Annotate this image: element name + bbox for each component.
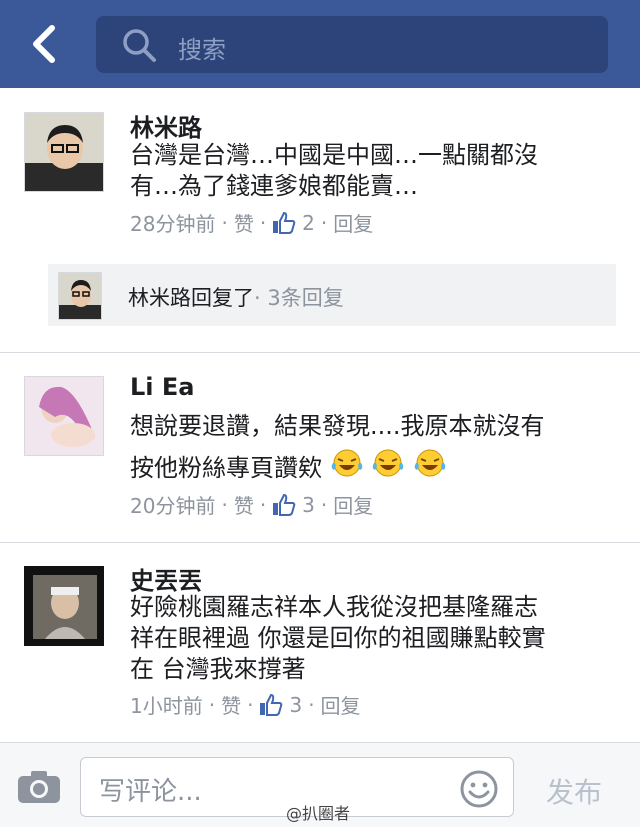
like-button[interactable]: 赞 [221,690,241,719]
separator: · [320,492,328,517]
comment-text-line: 有…為了錢連爹娘都能賣… [130,172,418,200]
thumbs-up-icon [272,211,296,234]
separator: · [308,692,315,717]
commenter-name[interactable]: 林米路 [130,108,202,143]
separator: · [320,210,328,235]
comment-text-line: 台灣是台灣…中國是中國…一點關都沒 [130,141,538,169]
laughing-crying-emoji-icon [413,448,447,491]
comment-meta: 20分钟前 · 赞 · 3 · 回复 [130,490,373,519]
comment-text: 好險桃園羅志祥本人我從沒把基隆羅志 祥在眼裡過 你還是回你的祖國賺點較實 在 台… [130,592,620,685]
avatar[interactable] [24,376,104,456]
commenter-name[interactable]: 史丟丟 [130,561,202,596]
timestamp: 1小时前 [130,694,203,718]
like-button[interactable]: 赞 [234,208,254,237]
comment-text-segment: 按他粉絲專頁讚欸 [130,454,322,482]
like-count: 3 [302,492,315,517]
top-bar: 搜索 [0,0,640,88]
back-arrow-icon[interactable] [26,22,62,66]
reply-button[interactable]: 回复 [333,208,373,237]
comment-text-line: 好險桃園羅志祥本人我從沒把基隆羅志 [130,593,538,621]
separator: · [259,492,267,517]
reply-author: 林米路回复了 [128,286,254,310]
comment-meta: 28分钟前 · 赞 · 2 · 回复 [130,208,373,237]
avatar [58,272,102,320]
reply-button[interactable]: 回复 [321,690,361,719]
separator: · [221,210,228,235]
laughing-crying-emoji-icon [330,448,364,491]
reply-count: · 3条回复 [254,286,344,310]
thumbs-up-icon [259,693,283,716]
divider [0,352,640,353]
comment-input-placeholder: 写评论... [99,777,202,807]
like-count: 2 [302,210,315,235]
avatar[interactable] [24,112,104,192]
separator: · [221,492,228,517]
like-count: 3 [289,692,303,717]
comment-meta: 1小时前 · 赞 · 3 · 回复 [130,690,361,719]
divider [0,542,640,543]
comment-text: 台灣是台灣…中國是中國…一點關都沒 有…為了錢連爹娘都能賣… [130,140,620,202]
comment-text-line: 祥在眼裡過 你還是回你的祖國賺點較實 [130,624,546,652]
thumbs-up-icon [272,493,296,516]
comment-text-line: 按他粉絲專頁讚欸 [130,447,620,491]
comment-text-line: 想說要退讚，結果發現....我原本就沒有 [130,412,545,440]
separator: · [208,692,216,717]
comment-text-line: 在 台灣我來撐著 [130,655,306,683]
search-placeholder: 搜索 [178,36,226,64]
avatar[interactable] [24,566,104,646]
replies-label: 林米路回复了· 3条回复 [128,282,344,312]
watermark: @扒圈者 [286,804,351,823]
send-button[interactable]: 发布 [546,771,602,811]
sticker-smiley-icon[interactable] [459,769,499,813]
like-button[interactable]: 赞 [234,490,254,519]
separator: · [259,210,267,235]
search-icon [122,28,158,68]
comment-text: 想說要退讚，結果發現....我原本就沒有 按他粉絲專頁讚欸 [130,405,620,491]
search-input[interactable]: 搜索 [96,16,608,73]
commenter-name[interactable]: Li Ea [130,373,194,401]
camera-icon[interactable] [16,769,62,809]
laughing-crying-emoji-icon [371,448,405,491]
timestamp: 28分钟前 [130,212,216,236]
separator: · [247,692,254,717]
replies-summary[interactable]: 林米路回复了· 3条回复 [48,264,616,326]
timestamp: 20分钟前 [130,494,216,518]
reply-button[interactable]: 回复 [333,490,373,519]
